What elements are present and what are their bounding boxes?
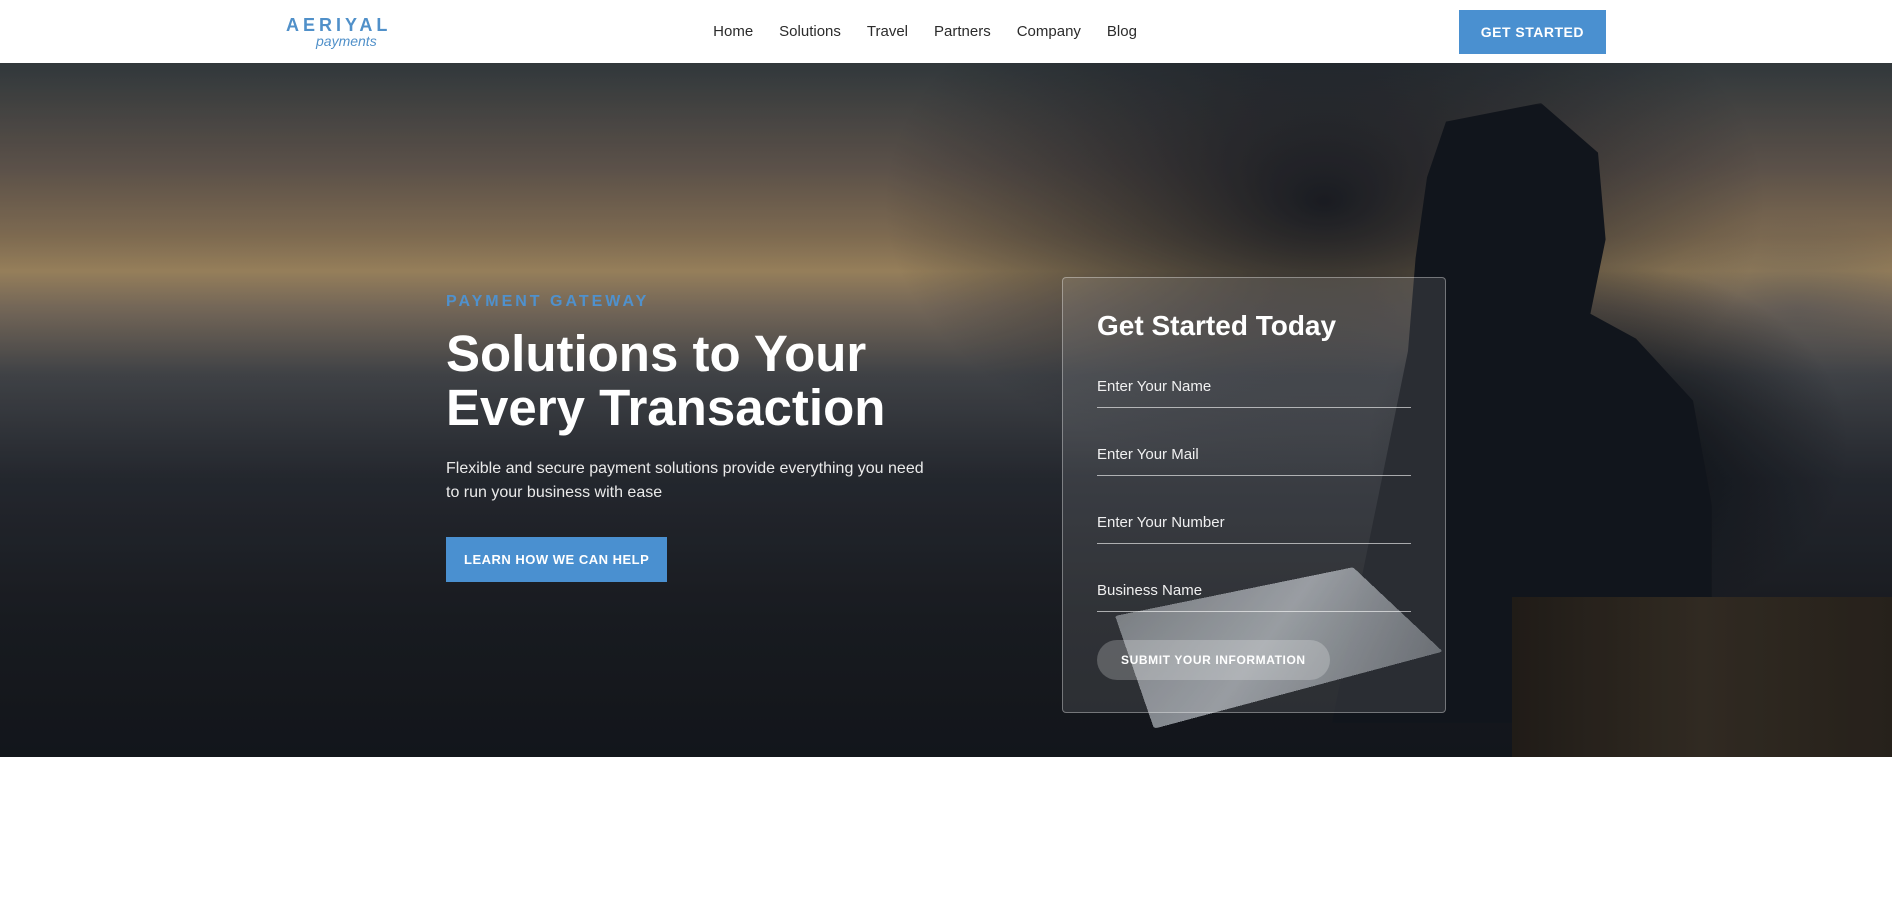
number-field[interactable] bbox=[1097, 504, 1411, 544]
nav-blog[interactable]: Blog bbox=[1107, 23, 1137, 40]
primary-nav: Home Solutions Travel Partners Company B… bbox=[713, 23, 1137, 40]
logo[interactable]: AERIYAL payments bbox=[286, 16, 391, 48]
nav-travel[interactable]: Travel bbox=[867, 23, 908, 40]
lead-form: Get Started Today SUBMIT YOUR INFORMATIO… bbox=[1062, 277, 1446, 713]
business-field[interactable] bbox=[1097, 572, 1411, 612]
form-title: Get Started Today bbox=[1097, 310, 1411, 342]
logo-main: AERIYAL bbox=[286, 16, 391, 34]
site-header: AERIYAL payments Home Solutions Travel P… bbox=[0, 0, 1892, 63]
nav-solutions[interactable]: Solutions bbox=[779, 23, 841, 40]
hero-title: Solutions to Your Every Transaction bbox=[446, 327, 946, 435]
get-started-button[interactable]: GET STARTED bbox=[1459, 10, 1606, 54]
hero-eyebrow: PAYMENT GATEWAY bbox=[446, 293, 946, 311]
hero-copy: PAYMENT GATEWAY Solutions to Your Every … bbox=[446, 293, 946, 582]
hero-section: PAYMENT GATEWAY Solutions to Your Every … bbox=[0, 63, 1892, 757]
logo-sub: payments bbox=[286, 34, 391, 48]
nav-home[interactable]: Home bbox=[713, 23, 753, 40]
submit-button[interactable]: SUBMIT YOUR INFORMATION bbox=[1097, 640, 1330, 680]
nav-partners[interactable]: Partners bbox=[934, 23, 991, 40]
hero-content: PAYMENT GATEWAY Solutions to Your Every … bbox=[446, 63, 1446, 713]
learn-more-button[interactable]: LEARN HOW WE CAN HELP bbox=[446, 537, 667, 582]
nav-company[interactable]: Company bbox=[1017, 23, 1081, 40]
name-field[interactable] bbox=[1097, 368, 1411, 408]
email-field[interactable] bbox=[1097, 436, 1411, 476]
hero-description: Flexible and secure payment solutions pr… bbox=[446, 457, 926, 505]
